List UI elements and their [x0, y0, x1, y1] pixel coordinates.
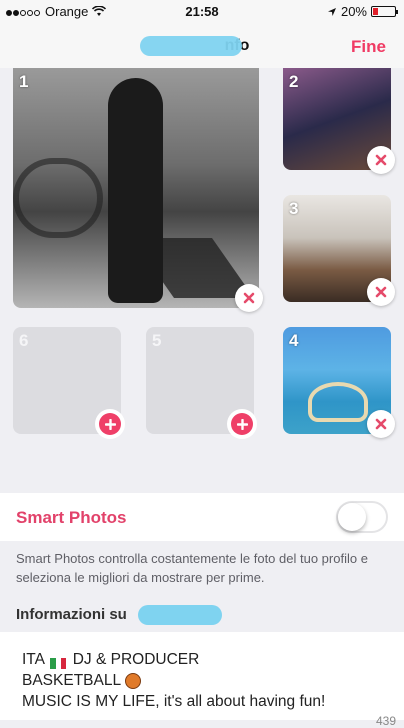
location-icon — [327, 7, 336, 16]
remove-photo-button[interactable] — [235, 284, 263, 312]
photo-number: 3 — [289, 199, 299, 218]
basketball-icon — [124, 672, 141, 689]
nav-bar: nfo Fine — [0, 24, 404, 68]
plus-icon — [104, 418, 116, 430]
smart-photos-label: Smart Photos — [16, 508, 127, 527]
remove-photo-button[interactable] — [367, 410, 395, 438]
bio-text-field[interactable]: ITA DJ & PRODUCER BASKETBALL MUSIC IS MY… — [0, 632, 404, 720]
smart-photos-row: Smart Photos — [0, 493, 404, 541]
redaction-scribble — [140, 36, 242, 56]
bio-text: MUSIC IS MY LIFE, it's all about having … — [22, 693, 326, 710]
photo-island — [308, 382, 368, 422]
photo-number: 2 — [289, 72, 299, 91]
about-section-title: Informazioni su — [16, 606, 127, 623]
close-icon — [243, 292, 255, 304]
close-icon — [375, 286, 387, 298]
photo-grid: 1 2 3 6 5 4 — [0, 68, 404, 488]
smart-photos-description: Smart Photos controlla costantemente le … — [16, 551, 368, 585]
bio-text: DJ & PRODUCER — [72, 651, 200, 668]
close-icon — [375, 154, 387, 166]
photo-number: 4 — [289, 331, 299, 350]
photo-person — [108, 78, 163, 303]
smart-photos-toggle[interactable] — [336, 501, 388, 533]
status-right: 20% — [327, 4, 398, 19]
photo-bike — [13, 158, 103, 238]
plus-icon — [236, 418, 248, 430]
add-photo-button[interactable] — [99, 413, 121, 435]
remove-photo-button[interactable] — [367, 278, 395, 306]
photo-number: 1 — [19, 72, 29, 91]
photo-number: 6 — [19, 331, 29, 350]
remove-photo-button[interactable] — [367, 146, 395, 174]
redaction-scribble — [138, 605, 222, 625]
battery-percent: 20% — [340, 4, 367, 19]
character-counter: 439 — [375, 714, 396, 728]
bio-text: ITA — [22, 651, 45, 668]
done-button[interactable]: Fine — [351, 37, 386, 57]
photo-number: 5 — [152, 331, 162, 350]
status-bar: Orange 21:58 20% — [0, 0, 404, 24]
add-photo-button[interactable] — [231, 413, 253, 435]
photo-slot-1[interactable]: 1 — [13, 68, 259, 308]
italy-flag-icon — [50, 654, 67, 670]
close-icon — [375, 418, 387, 430]
battery-icon — [371, 6, 398, 17]
bio-text: BASKETBALL — [22, 672, 121, 689]
